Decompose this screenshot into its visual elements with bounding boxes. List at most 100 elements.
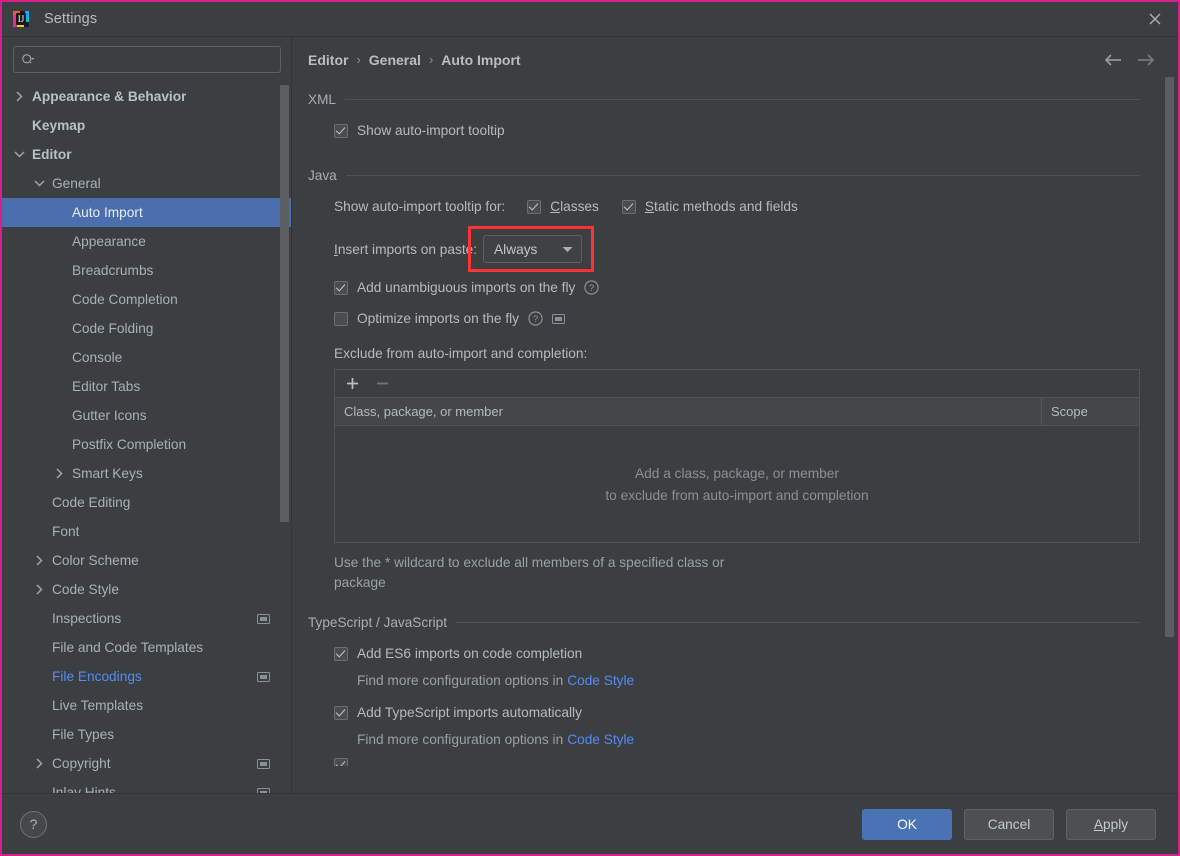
row-add-es6-imports[interactable]: Add ES6 imports on code completion [334,640,1178,667]
sidebar-item-label: Code Folding [72,321,154,336]
search-box[interactable] [13,46,281,73]
sidebar-item-general[interactable]: General [2,169,291,198]
link-code-style-es6[interactable]: Code Style [567,673,634,688]
sidebar-item-file-types[interactable]: File Types [2,720,291,749]
help-button[interactable]: ? [20,810,47,838]
sidebar-item-file-encodings[interactable]: File Encodings [2,662,291,691]
chevron-down-icon[interactable] [32,179,47,188]
sidebar-item-editor[interactable]: Editor [2,140,291,169]
arrow-left-icon [1104,53,1121,66]
sidebar-item-appearance[interactable]: Appearance [2,227,291,256]
sidebar-scrollbar-track[interactable] [280,45,290,793]
remove-entry-button[interactable] [375,377,389,391]
checkbox-add-unambiguous-imports[interactable] [334,280,348,295]
sidebar-item-gutter-icons[interactable]: Gutter Icons [2,401,291,430]
sidebar-item-font[interactable]: Font [2,517,291,546]
intellij-idea-logo-icon: IJ [12,10,30,28]
sidebar-item-editor-tabs[interactable]: Editor Tabs [2,372,291,401]
row-show-auto-import-tooltip[interactable]: Show auto-import tooltip [334,117,1178,144]
sidebar-item-label: Code Style [52,582,119,597]
chevron-right-icon[interactable] [32,555,47,566]
column-header-class-package-member[interactable]: Class, package, or member [335,398,1042,425]
sidebar-item-breadcrumbs[interactable]: Breadcrumbs [2,256,291,285]
sidebar-item-color-scheme[interactable]: Color Scheme [2,546,291,575]
sidebar-item-code-editing[interactable]: Code Editing [2,488,291,517]
settings-tree[interactable]: Appearance & Behavior Keymap Editor General… [2,80,291,793]
row-insert-imports-on-paste: Insert imports on paste: Always [334,226,1178,272]
main-scrollbar-thumb[interactable] [1165,77,1174,637]
row-add-typescript-imports[interactable]: Add TypeScript imports automatically [334,699,1178,726]
sidebar-item-keymap[interactable]: Keymap [2,111,291,140]
sidebar-item-label: Live Templates [52,698,144,713]
sidebar-item-appearance-behavior[interactable]: Appearance & Behavior [2,82,291,111]
back-button[interactable] [1102,50,1122,70]
main-scrollbar-track[interactable] [1165,37,1175,793]
sidebar-item-postfix-completion[interactable]: Postfix Completion [2,430,291,459]
project-scope-icon [257,671,270,682]
sidebar-item-label: Appearance & Behavior [32,89,187,104]
dialog-body: Appearance & Behavior Keymap Editor General… [2,37,1178,793]
sidebar-item-auto-import[interactable]: Auto Import [2,198,291,227]
sidebar-item-file-and-code-templates[interactable]: File and Code Templates [2,633,291,662]
add-entry-button[interactable] [345,377,359,391]
section-java-header: Java [308,168,1178,183]
section-xml-header: XML [308,92,1178,107]
forward-button[interactable] [1136,50,1156,70]
breadcrumb-item-1[interactable]: General [369,52,421,68]
cancel-button[interactable]: Cancel [964,808,1054,840]
checkbox-static-methods-and-fields[interactable] [621,199,636,214]
chevron-down-icon[interactable] [12,150,27,159]
chevron-right-icon[interactable] [32,758,47,769]
exclude-table-empty-state: Add a class, package, or member to exclu… [335,426,1139,542]
sidebar-item-copyright[interactable]: Copyright [2,749,291,778]
ok-button[interactable]: OK [862,808,952,840]
chevron-right-icon[interactable] [32,584,47,595]
sidebar-item-label: Font [52,524,80,539]
sidebar-item-live-templates[interactable]: Live Templates [2,691,291,720]
breadcrumb-item-0[interactable]: Editor [308,52,348,68]
sidebar-item-inspections[interactable]: Inspections [2,604,291,633]
checkbox-optimize-imports[interactable] [334,311,348,326]
label-show-auto-import-tooltip-for: Show auto-import tooltip for: [334,199,506,214]
row-optimize-imports[interactable]: Optimize imports on the fly ? [334,305,1178,332]
link-code-style-ts[interactable]: Code Style [567,732,634,747]
sidebar-item-label: File Encodings [52,669,142,684]
checkbox-add-es6-imports[interactable] [334,646,348,661]
sidebar-item-inlay-hints[interactable]: Inlay Hints [2,778,291,793]
sidebar-item-label: Copyright [52,756,111,771]
row-add-unambiguous-imports[interactable]: Add unambiguous imports on the fly ? [334,274,1178,301]
sidebar-item-code-style[interactable]: Code Style [2,575,291,604]
minus-icon [376,382,388,385]
help-icon[interactable]: ? [528,311,543,326]
search-input[interactable] [35,47,273,72]
row-clipped-below[interactable] [334,758,1178,766]
breadcrumb-item-2: Auto Import [441,51,521,68]
close-button[interactable] [1132,2,1178,35]
settings-dialog: IJ Settings Appearance & Behavior Keymap… [0,0,1180,856]
chevron-right-icon[interactable] [12,91,27,102]
sidebar-item-label: Console [72,350,123,365]
svg-text:?: ? [589,283,594,294]
breadcrumb-separator: › [356,52,361,67]
sidebar-item-code-completion[interactable]: Code Completion [2,285,291,314]
help-icon[interactable]: ? [584,280,600,295]
checkbox-classes[interactable] [527,199,542,214]
search-icon [22,53,35,64]
column-header-scope[interactable]: Scope [1042,398,1139,425]
label-add-typescript-imports: Add TypeScript imports automatically [357,705,582,720]
sidebar-item-code-folding[interactable]: Code Folding [2,314,291,343]
label-optimize-imports: Optimize imports on the fly [357,311,520,326]
sidebar-item-console[interactable]: Console [2,343,291,372]
dropdown-insert-imports-on-paste[interactable]: Always [483,235,583,263]
breadcrumb-separator: › [428,52,434,67]
apply-button[interactable]: Apply [1066,808,1156,840]
checkbox-clipped[interactable] [334,758,348,766]
label-add-unambiguous-imports: Add unambiguous imports on the fly [357,280,576,295]
checkbox-add-typescript-imports[interactable] [334,705,348,720]
sidebar-scrollbar-thumb[interactable] [280,85,289,522]
sidebar-item-smart-keys[interactable]: Smart Keys [2,459,291,488]
checkbox-show-auto-import-tooltip[interactable] [334,123,348,138]
window-title: Settings [44,11,98,27]
chevron-right-icon[interactable] [52,468,67,479]
section-title-ts-js: TypeScript / JavaScript [308,615,448,630]
